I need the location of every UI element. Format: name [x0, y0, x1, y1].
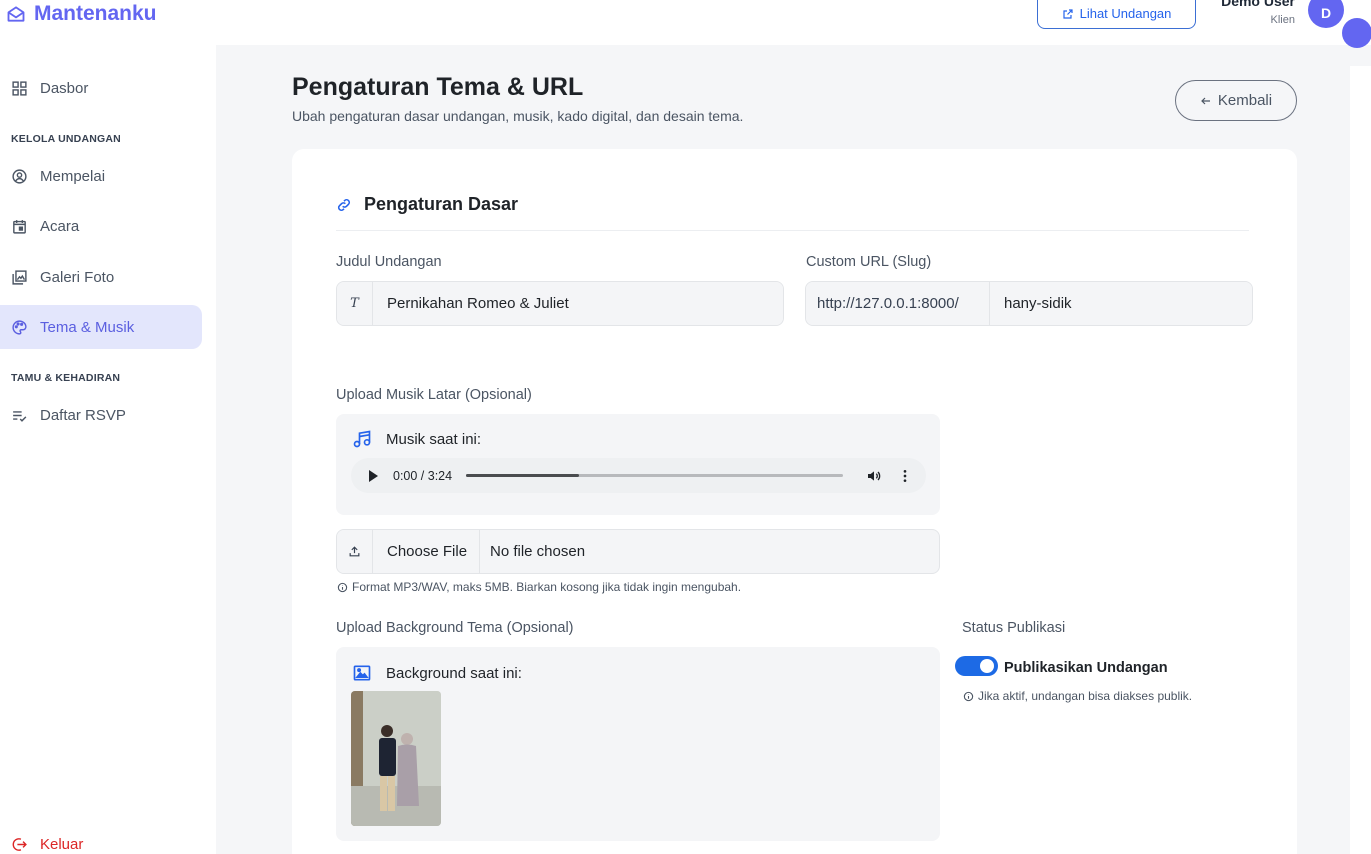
slug-prefix: http://127.0.0.1:8000/: [806, 282, 990, 325]
view-invitation-button[interactable]: Lihat Undangan: [1037, 0, 1196, 29]
palette-icon: [12, 319, 27, 335]
sidebar-item-gallery[interactable]: Galeri Foto: [0, 255, 202, 299]
section-title: Pengaturan Dasar: [364, 194, 519, 214]
decorative-blob: [1342, 18, 1371, 48]
publish-toggle[interactable]: [955, 656, 998, 676]
grid-icon: [12, 80, 27, 96]
sidebar-item-label: Daftar RSVP: [40, 406, 126, 424]
slug-input-group: http://127.0.0.1:8000/ hany-sidik: [805, 281, 1253, 326]
sidebar-item-theme-music[interactable]: Tema & Musik: [0, 305, 202, 349]
nav-section-guest: TAMU & KEHADIRAN: [11, 372, 121, 384]
title-input[interactable]: Pernikahan Romeo & Juliet: [373, 282, 783, 325]
back-button[interactable]: Kembali: [1175, 80, 1297, 121]
publish-hint-text: Jika aktif, undangan bisa diakses publik…: [978, 689, 1193, 703]
view-invitation-label: Lihat Undangan: [1079, 6, 1172, 21]
upload-icon: [349, 546, 360, 557]
logout-button[interactable]: Keluar: [0, 822, 202, 854]
audio-time: 0:00 / 3:24: [393, 468, 453, 483]
play-icon[interactable]: [369, 469, 378, 482]
title-input-group: T Pernikahan Romeo & Juliet: [336, 281, 784, 326]
sidebar-item-label: Galeri Foto: [40, 268, 115, 286]
current-background-heading: Background saat ini:: [352, 663, 522, 683]
publish-hint: Jika aktif, undangan bisa diakses publik…: [963, 689, 1192, 703]
sidebar-item-label: Acara: [40, 217, 80, 235]
volume-icon[interactable]: [866, 468, 882, 484]
music-hint: Format MP3/WAV, maks 5MB. Biarkan kosong…: [337, 580, 741, 594]
current-background-label: Background saat ini:: [386, 664, 522, 682]
page-title: Pengaturan Tema & URL: [292, 73, 584, 101]
sidebar-item-rsvp[interactable]: Daftar RSVP: [0, 393, 202, 437]
sidebar-item-dashboard[interactable]: Dasbor: [0, 66, 202, 110]
info-icon: [963, 691, 974, 701]
slug-label: Custom URL (Slug): [806, 254, 932, 270]
couple-photo-image: [351, 691, 441, 826]
nav-section-manage: KELOLA UNDANGAN: [11, 133, 121, 145]
audio-player: 0:00 / 3:24: [351, 458, 926, 493]
section-divider: [336, 230, 1249, 231]
current-music-label: Musik saat ini:: [386, 430, 482, 448]
brand-logo[interactable]: Mantenanku: [6, 2, 157, 26]
publish-toggle-label[interactable]: Publikasikan Undangan: [1004, 660, 1168, 676]
sidebar-item-label: Dasbor: [40, 79, 89, 97]
title-label: Judul Undangan: [336, 254, 442, 270]
sidebar-item-event[interactable]: Acara: [0, 204, 202, 248]
audio-progress: [466, 474, 580, 477]
image-icon: [353, 665, 371, 681]
photo-library-icon: [12, 269, 27, 285]
sidebar-item-label: Mempelai: [40, 167, 106, 185]
text-format-icon: T: [337, 282, 373, 325]
no-file-text: No file chosen: [490, 543, 586, 560]
toggle-knob: [980, 659, 994, 673]
envelope-open-icon: [7, 6, 25, 22]
back-label: Kembali: [1217, 92, 1273, 109]
more-vertical-icon[interactable]: [897, 468, 913, 484]
background-label: Upload Background Tema (Opsional): [336, 620, 574, 636]
choose-file-button[interactable]: Choose File: [373, 530, 480, 573]
scrollbar-track[interactable]: [1350, 66, 1371, 854]
music-file-input[interactable]: Choose File No file chosen: [336, 529, 940, 574]
music-label: Upload Musik Latar (Opsional): [336, 387, 532, 403]
sidebar: Mantenanku Dasbor KELOLA UNDANGAN Mempel…: [0, 0, 216, 854]
link-icon: [337, 198, 351, 211]
publish-status-label: Status Publikasi: [962, 620, 1066, 636]
sidebar-item-couple[interactable]: Mempelai: [0, 154, 202, 198]
audio-seek-bar[interactable]: [466, 474, 843, 477]
calendar-icon: [13, 219, 26, 234]
info-icon: [337, 582, 348, 592]
background-thumbnail: [351, 691, 441, 826]
brand-name: Mantenanku: [34, 2, 157, 25]
slug-input[interactable]: hany-sidik: [990, 282, 1252, 325]
section-basic-settings: Pengaturan Dasar: [336, 194, 518, 215]
external-link-icon: [1062, 8, 1073, 19]
logout-label: Keluar: [40, 835, 84, 853]
user-role: Klien: [1270, 14, 1295, 26]
user-circle-icon: [12, 168, 27, 184]
arrow-left-icon: [1201, 97, 1210, 104]
upload-addon: [337, 530, 373, 573]
sidebar-item-label: Tema & Musik: [40, 318, 135, 336]
music-note-icon: [353, 430, 371, 448]
logout-icon: [12, 837, 27, 851]
user-name: Demo User: [1221, 0, 1295, 9]
page-subtitle: Ubah pengaturan dasar undangan, musik, k…: [292, 108, 744, 124]
checklist-icon: [13, 410, 27, 422]
music-hint-text: Format MP3/WAV, maks 5MB. Biarkan kosong…: [352, 580, 742, 594]
current-music-heading: Musik saat ini:: [352, 429, 481, 449]
